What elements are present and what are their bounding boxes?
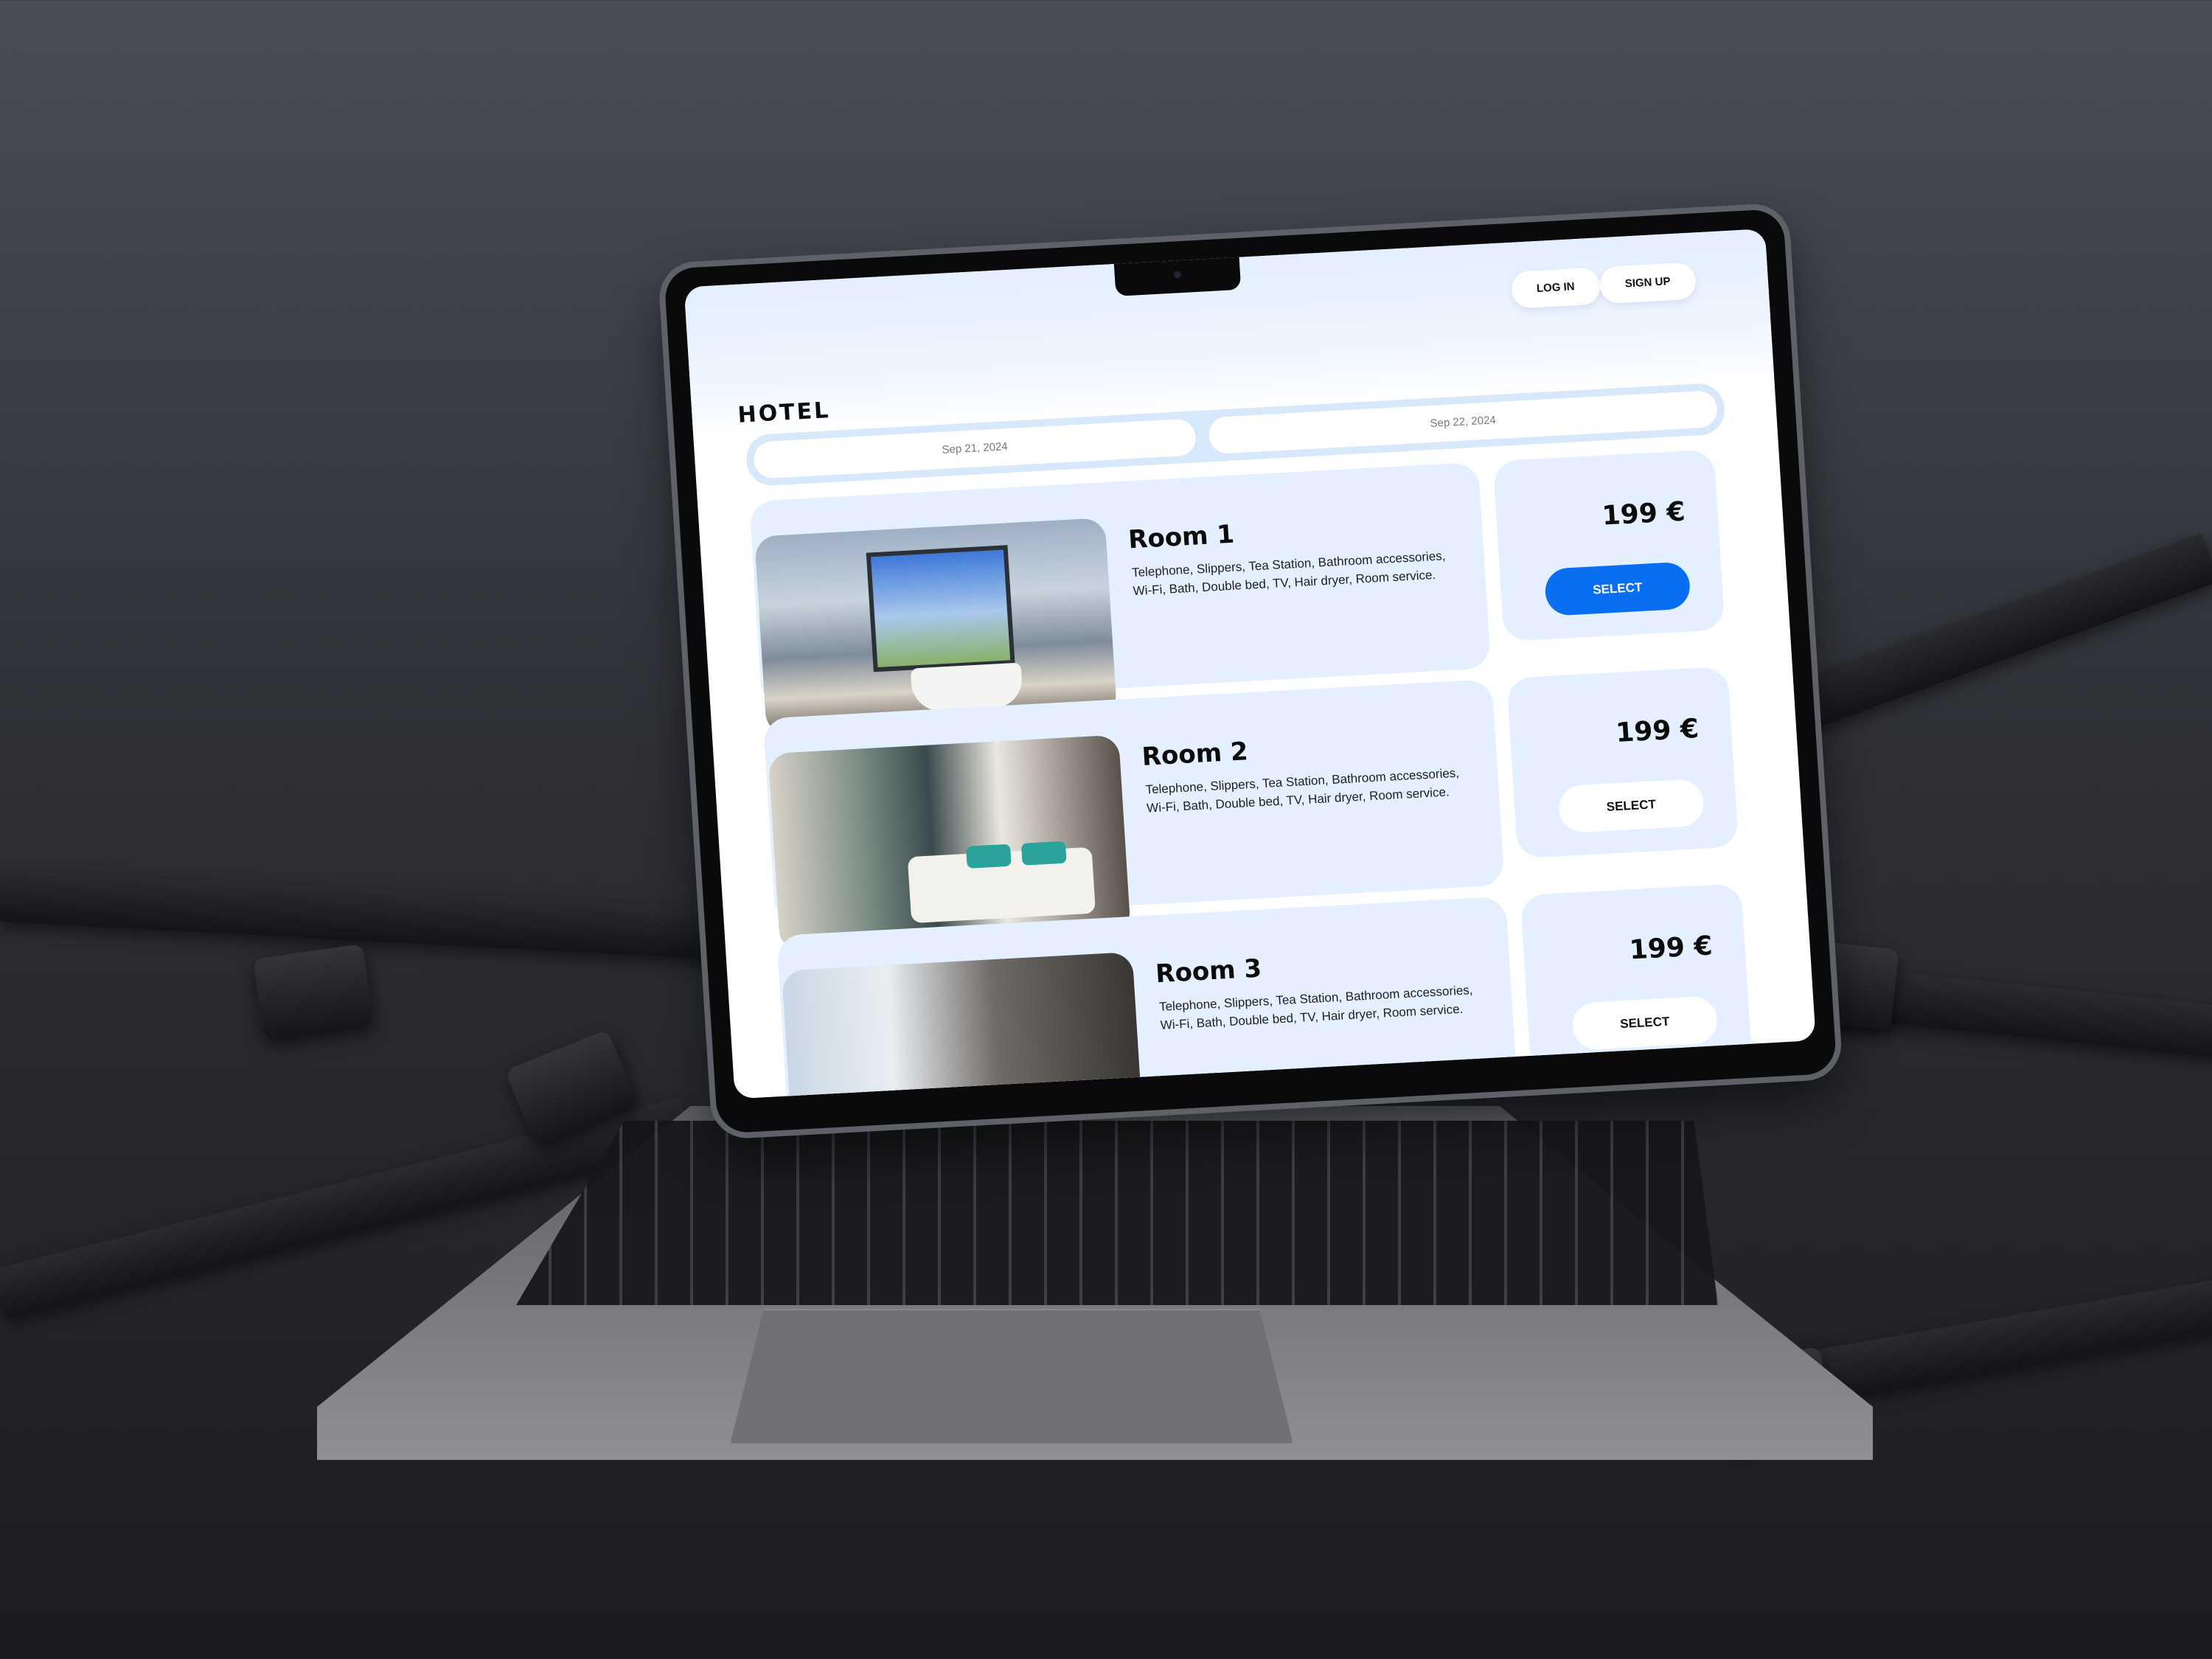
room-price: 199 € — [1601, 496, 1686, 532]
room-price: 199 € — [1615, 714, 1700, 749]
price-panel: 199 € SELECT — [1492, 449, 1725, 642]
room-price: 199 € — [1628, 931, 1714, 966]
background-strap — [0, 870, 738, 961]
room-title: Room 1 — [1127, 519, 1236, 555]
laptop-lid: HOTEL LOG IN SIGN UP Sep 21, 2024 Sep 22… — [664, 208, 1837, 1134]
room-card: Room 1 Telephone, Slippers, Tea Station,… — [749, 449, 1727, 736]
pillow — [1020, 841, 1067, 866]
trackpad — [730, 1309, 1293, 1444]
strap-buckle — [253, 944, 374, 1040]
camera-notch — [1113, 257, 1242, 296]
select-button[interactable]: SELECT — [1571, 995, 1719, 1051]
room-photo[interactable] — [782, 951, 1145, 1099]
select-button[interactable]: SELECT — [1543, 561, 1691, 616]
room-title: Room 2 — [1141, 737, 1249, 772]
bed — [922, 1093, 1112, 1099]
login-button[interactable]: LOG IN — [1510, 267, 1601, 309]
price-panel: 199 € SELECT — [1506, 666, 1739, 859]
price-panel: 199 € SELECT — [1520, 883, 1753, 1076]
window-view — [866, 545, 1015, 672]
room-title: Room 3 — [1155, 953, 1263, 990]
check-in-date[interactable]: Sep 21, 2024 — [752, 418, 1197, 479]
browser-screen: HOTEL LOG IN SIGN UP Sep 21, 2024 Sep 22… — [684, 229, 1816, 1099]
pillow — [965, 844, 1012, 869]
signup-button[interactable]: SIGN UP — [1599, 262, 1697, 305]
hotel-logo[interactable]: HOTEL — [737, 397, 832, 428]
select-button[interactable]: SELECT — [1557, 778, 1705, 834]
camera-icon — [1173, 271, 1182, 279]
keyboard — [516, 1121, 1718, 1305]
check-out-date[interactable]: Sep 22, 2024 — [1208, 390, 1719, 455]
